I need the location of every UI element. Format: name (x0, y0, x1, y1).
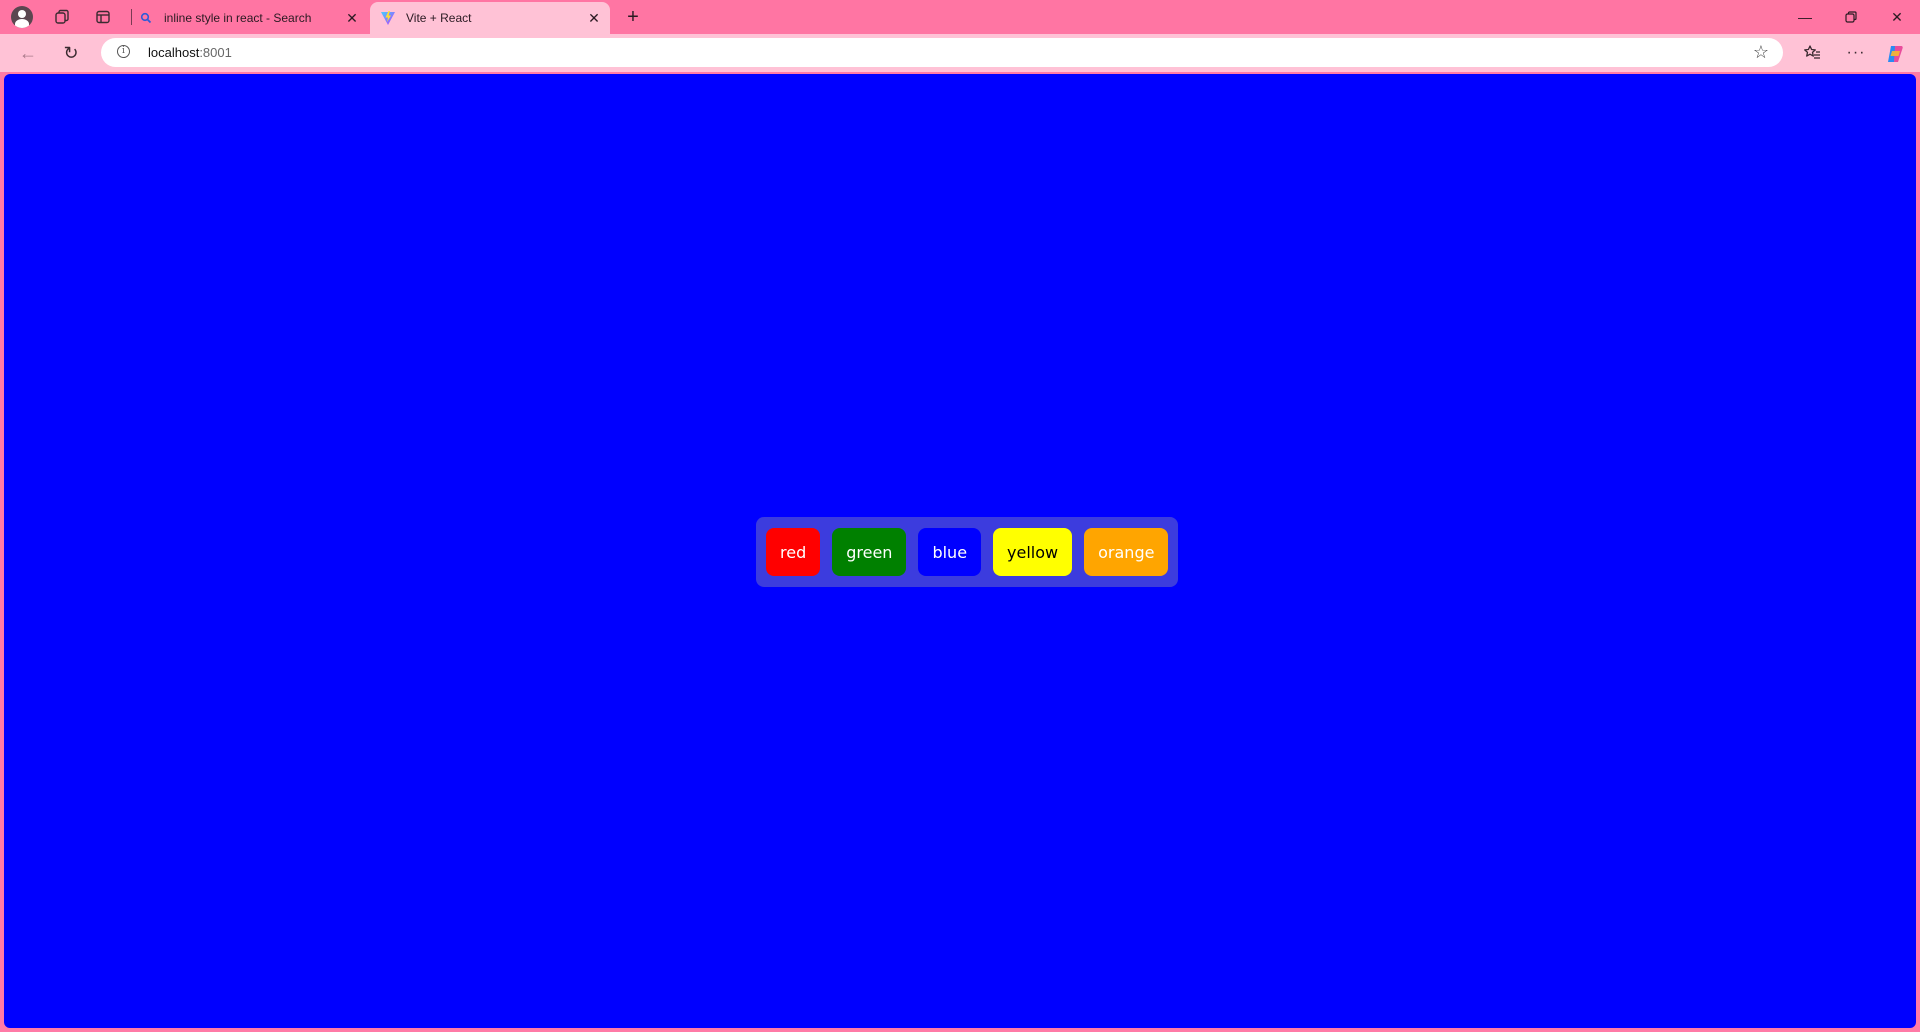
vertical-tabs-button[interactable] (89, 4, 117, 30)
page-viewport: red green blue yellow orange (4, 74, 1916, 1028)
favorite-star-icon[interactable]: ☆ (1753, 42, 1769, 63)
red-button[interactable]: red (766, 528, 821, 576)
tab-title: Vite + React (406, 11, 472, 25)
tab-strip: inline style in react - Search ✕ Vite + … (0, 0, 1920, 34)
tab-search[interactable]: inline style in react - Search ✕ (134, 2, 368, 34)
copilot-icon[interactable] (1885, 44, 1905, 64)
close-icon: ✕ (1891, 8, 1903, 25)
info-icon[interactable]: i (117, 45, 130, 58)
orange-button[interactable]: orange (1084, 528, 1169, 576)
color-button-group: red green blue yellow orange (756, 517, 1179, 587)
address-bar[interactable]: i localhost:8001 ☆ (101, 38, 1783, 67)
favorites-button[interactable] (1797, 39, 1827, 67)
close-icon[interactable]: ✕ (342, 8, 362, 28)
more-icon: ··· (1846, 44, 1866, 61)
close-window-button[interactable]: ✕ (1874, 0, 1920, 34)
toolbar: ← ↻ i localhost:8001 ☆ ··· (0, 34, 1920, 72)
more-options-button[interactable]: ··· (1841, 39, 1871, 67)
new-tab-button[interactable]: + (620, 4, 646, 30)
url-port: :8001 (199, 45, 232, 60)
minimize-icon: — (1798, 9, 1812, 25)
yellow-button[interactable]: yellow (993, 528, 1073, 576)
tab-actions-icon (96, 10, 110, 24)
refresh-icon: ↻ (63, 42, 79, 63)
refresh-button[interactable]: ↻ (56, 39, 86, 67)
tab-title: inline style in react - Search (164, 11, 312, 25)
search-icon (138, 10, 154, 26)
tab-vite-react[interactable]: Vite + React ✕ (370, 2, 610, 34)
browser-window: inline style in react - Search ✕ Vite + … (0, 0, 1920, 1032)
workspaces-button[interactable] (48, 4, 76, 30)
minimize-button[interactable]: — (1782, 0, 1828, 34)
blue-button[interactable]: blue (918, 528, 982, 576)
profile-icon (11, 6, 33, 28)
back-arrow-icon: ← (19, 42, 37, 63)
url-text[interactable]: localhost:8001 (148, 45, 232, 60)
restore-button[interactable] (1828, 0, 1874, 34)
url-host: localhost (148, 45, 200, 60)
vite-icon (380, 10, 396, 26)
plus-icon: + (627, 5, 639, 28)
workspaces-icon (55, 9, 69, 24)
favorites-icon (1804, 45, 1820, 59)
restore-icon (1845, 11, 1857, 23)
green-button[interactable]: green (832, 528, 907, 576)
back-button[interactable]: ← (13, 39, 43, 67)
tab-separator (131, 9, 132, 25)
close-icon[interactable]: ✕ (584, 8, 604, 28)
profile-button[interactable] (8, 4, 36, 30)
